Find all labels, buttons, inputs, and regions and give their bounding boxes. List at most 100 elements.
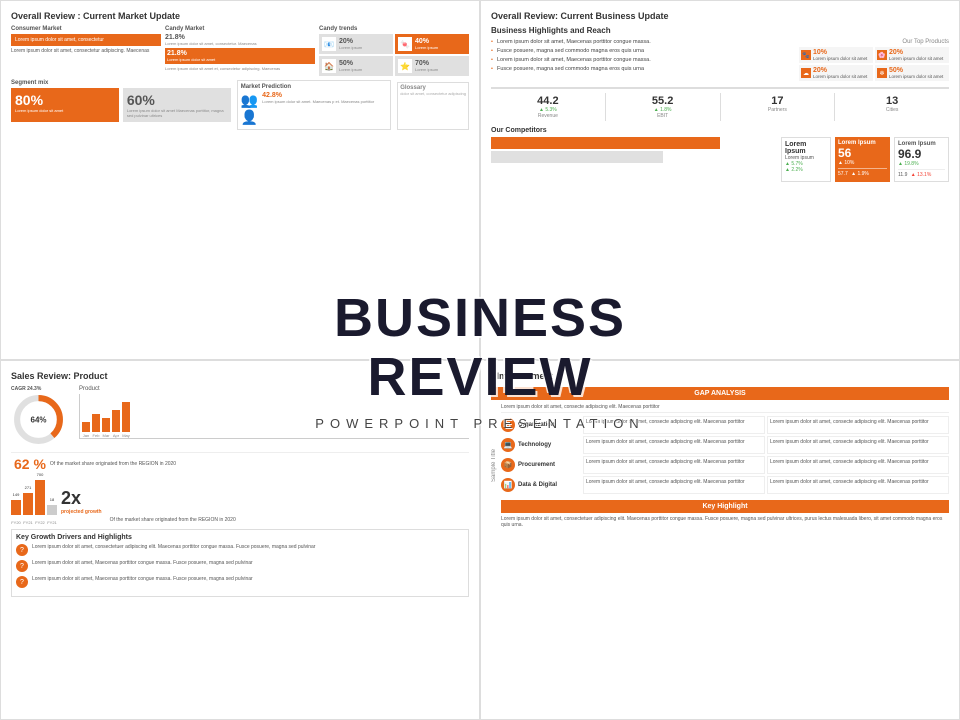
- market-share-text: Of the market share originated from the …: [50, 461, 176, 467]
- org-desc-2: Lorem ipsum dolor sit amet, consecte adi…: [767, 416, 949, 434]
- data-desc-2: Lorem ipsum dolor sit amet, consecte adi…: [767, 476, 949, 494]
- bullet-1: Lorem ipsum dolor sit amet, Maecenas por…: [491, 39, 791, 45]
- candy-item-3: 🏠 50% Lorem ipsum: [319, 56, 393, 76]
- comp-bar-area: [491, 137, 777, 177]
- product-4-content: 50% Lorem ipsum dolor sit amet: [889, 67, 943, 79]
- consumer-market-label: Consumer Market: [11, 26, 161, 32]
- topic-icon-proc: 📦: [501, 458, 515, 472]
- candy-item-4-text: 70% Lorem ipsum: [415, 60, 438, 72]
- pred-icons: 👥👤: [241, 92, 258, 126]
- candy-item-2-text: 40% Lorem ipsum: [415, 38, 438, 50]
- bullet-2: Fusce posuere, magna sed commodo magna e…: [491, 48, 791, 54]
- product-1-content: 10% Lorem ipsum dolor sit amet: [813, 49, 867, 61]
- glossary-text: dolor sit amet, consectetur adipiscing: [400, 91, 466, 96]
- bar-feb: Feb: [92, 414, 100, 438]
- comp-bar-1: [491, 137, 720, 149]
- slide-1-title: Overall Review : Current Market Update: [11, 11, 469, 21]
- product-icon-1: 🐾: [801, 50, 811, 60]
- candy-item-1-text: 20% Lorem ipsum: [339, 38, 362, 50]
- slide1-segment-row: Segment mix 80% Lorem ipsum dolor sit am…: [11, 80, 469, 130]
- comp-card-orange: Lorem Ipsum 56 ▲ 10% 57.7 ▲ 1.9%: [835, 137, 890, 182]
- top-products-label: Our Top Products: [799, 39, 949, 45]
- metric-revenue: 44.2 ▲ 5.3% Revenue: [491, 93, 606, 121]
- slide2-left: Lorem ipsum dolor sit amet, Maecenas por…: [491, 39, 791, 81]
- tech-desc-2: Lorem ipsum dolor sit amet, consecte adi…: [767, 436, 949, 454]
- product-icon-3: ☁: [801, 68, 811, 78]
- topic-data-digital: 📊 Data & Digital: [501, 476, 581, 494]
- growth-desc-text: Of the market share originated from the …: [110, 517, 469, 523]
- slide-4-title: : Improvement: [491, 371, 949, 381]
- candy-orange-bar: 21.8% Lorem ipsum dolor sit amet: [165, 48, 315, 64]
- candy-trends-col: Candy trends 📧 20% Lorem ipsum 🍬 40%: [319, 26, 469, 76]
- metric-cities: 13 Cities: [835, 93, 949, 121]
- metrics-row: 44.2 ▲ 5.3% Revenue 55.2 ▲ 1.8% EBIT 17 …: [491, 87, 949, 121]
- candy-trends-grid: 📧 20% Lorem ipsum 🍬 40% Lorem ipsum: [319, 34, 469, 76]
- comp-card-gray: Lorem Ipsum 96.9 ▲ 19.8% 11.9 ▲ 13.1%: [894, 137, 949, 182]
- org-desc-1: Lorem ipsum dolor sit amet, consecte adi…: [583, 416, 765, 434]
- market-pred-content: 👥👤 42.8% Lorem ipsum dolor sit amet. Mae…: [241, 92, 387, 126]
- candy-icon-4: ⭐: [398, 59, 412, 73]
- product-4: ❄ 50% Lorem ipsum dolor sit amet: [875, 65, 949, 81]
- consumer-market-col: Consumer Market Lorem ipsum dolor sit am…: [11, 26, 161, 76]
- products-grid: 🐾 10% Lorem ipsum dolor sit amet 🌸 20% L…: [799, 47, 949, 81]
- two-x-growth: 2x projected growth: [61, 488, 102, 515]
- topics-grid: ⚙ Organization Lorem ipsum dolor sit ame…: [501, 416, 949, 494]
- candy-icon-1: 📧: [322, 37, 336, 51]
- consumer-box-1: Lorem ipsum dolor sit amet, consectetur: [11, 34, 161, 46]
- slide-4: : Improvement GAP ANALYSIS Sample Title …: [480, 360, 960, 720]
- sample-title-container: Sample Title: [491, 404, 497, 528]
- product-2-content: 20% Lorem ipsum dolor sit amet: [889, 49, 943, 61]
- key-drivers-section: Key Growth Drivers and Highlights ? Lore…: [11, 529, 469, 597]
- slide4-main-content: Sample Title Lorem ipsum dolor sit amet,…: [491, 404, 949, 528]
- bar-may: May: [122, 402, 130, 438]
- candy-market-label: Candy Market: [165, 26, 315, 32]
- driver-icon-2: ?: [16, 560, 28, 572]
- topic-icon-tech: 💻: [501, 438, 515, 452]
- candy-item-4: ⭐ 70% Lorem ipsum: [395, 56, 469, 76]
- comp-row: Lorem Ipsum Lorem ipsum ▲ 5.7% ▲ 2.2% Lo…: [491, 137, 949, 182]
- competitors-section: Our Competitors Lorem Ipsum Lorem ipsum …: [491, 127, 949, 182]
- slide-2: Overall Review: Current Business Update …: [480, 0, 960, 360]
- candy-icon-3: 🏠: [322, 59, 336, 73]
- slide3-chart-area: CAGR 24.3% 64% Product Jan: [11, 386, 469, 447]
- comp-card-gray-sub: 11.9 ▲ 13.1%: [898, 169, 945, 178]
- comp-title: Our Competitors: [491, 127, 949, 134]
- lorem-ipsum-card: Lorem Ipsum Lorem ipsum ▲ 5.7% ▲ 2.2%: [781, 137, 831, 182]
- donut-area: CAGR 24.3% 64%: [11, 386, 71, 447]
- growth-indicator: FY20 149 FY21 271 FY22 700 FY21 18: [11, 480, 102, 523]
- bullet-3: Lorem ipsum dolor sit amet, Maecenas por…: [491, 57, 791, 63]
- slide-3-title: Sales Review: Product: [11, 371, 469, 381]
- market-pred-label: Market Prediction: [241, 84, 387, 90]
- market-share-row: 62 % Of the market share originated from…: [11, 452, 469, 475]
- drivers-title: Key Growth Drivers and Highlights: [16, 534, 464, 541]
- driver-icon-3: ?: [16, 576, 28, 588]
- bullet-4: Fusce posuere, magna sed commodo magna e…: [491, 66, 791, 72]
- candy-item-1: 📧 20% Lorem ipsum: [319, 34, 393, 54]
- slide1-markets-row: Consumer Market Lorem ipsum dolor sit am…: [11, 26, 469, 76]
- comp-card-orange-sub: 57.7 ▲ 1.9%: [838, 168, 887, 177]
- slide-3: Sales Review: Product CAGR 24.3% 64% Pro…: [0, 360, 480, 720]
- topic-technology: 💻 Technology: [501, 436, 581, 454]
- candy-item-3-text: 50% Lorem ipsum: [339, 60, 362, 72]
- driver-icon-1: ?: [16, 544, 28, 556]
- tech-desc-1: Lorem ipsum dolor sit amet, consecte adi…: [583, 436, 765, 454]
- topic-icon-org: ⚙: [501, 418, 515, 432]
- bar-chart-area: Product Jan Feb Mar: [79, 386, 469, 447]
- candy-bottom-text: Lorem ipsum dolor sit amet et, consectet…: [165, 66, 315, 71]
- donut-chart: 64%: [11, 392, 66, 447]
- product-1: 🐾 10% Lorem ipsum dolor sit amet: [799, 47, 873, 63]
- slide-1: Overall Review : Current Market Update C…: [0, 0, 480, 360]
- segment-mix-row: 80% Lorem ipsum dolor sit amet 60% Lorem…: [11, 88, 231, 122]
- pred-text: 42.8% Lorem ipsum dolor sit amet. Maecen…: [262, 92, 374, 126]
- driver-2: ? Lorem ipsum dolor sit amet, Maecenas p…: [16, 560, 464, 572]
- metric-partners: 17 Partners: [721, 93, 836, 121]
- key-highlight-text: Lorem ipsum dolor sit amet, consectetuer…: [501, 516, 949, 528]
- product-icon-4: ❄: [877, 68, 887, 78]
- product-3: ☁ 20% Lorem ipsum dolor sit amet: [799, 65, 873, 81]
- candy-pct-row: 21.8% Lorem ipsum dolor sit amet, consec…: [165, 34, 315, 46]
- market-prediction-area: Market Prediction 👥👤 42.8% Lorem ipsum d…: [237, 80, 391, 130]
- bar-chart-title: Product: [79, 386, 469, 392]
- bar-mar: Mar: [102, 418, 110, 438]
- gap-desc-top: Lorem ipsum dolor sit amet, consecte adi…: [501, 404, 949, 413]
- bar-jan: Jan: [82, 422, 90, 438]
